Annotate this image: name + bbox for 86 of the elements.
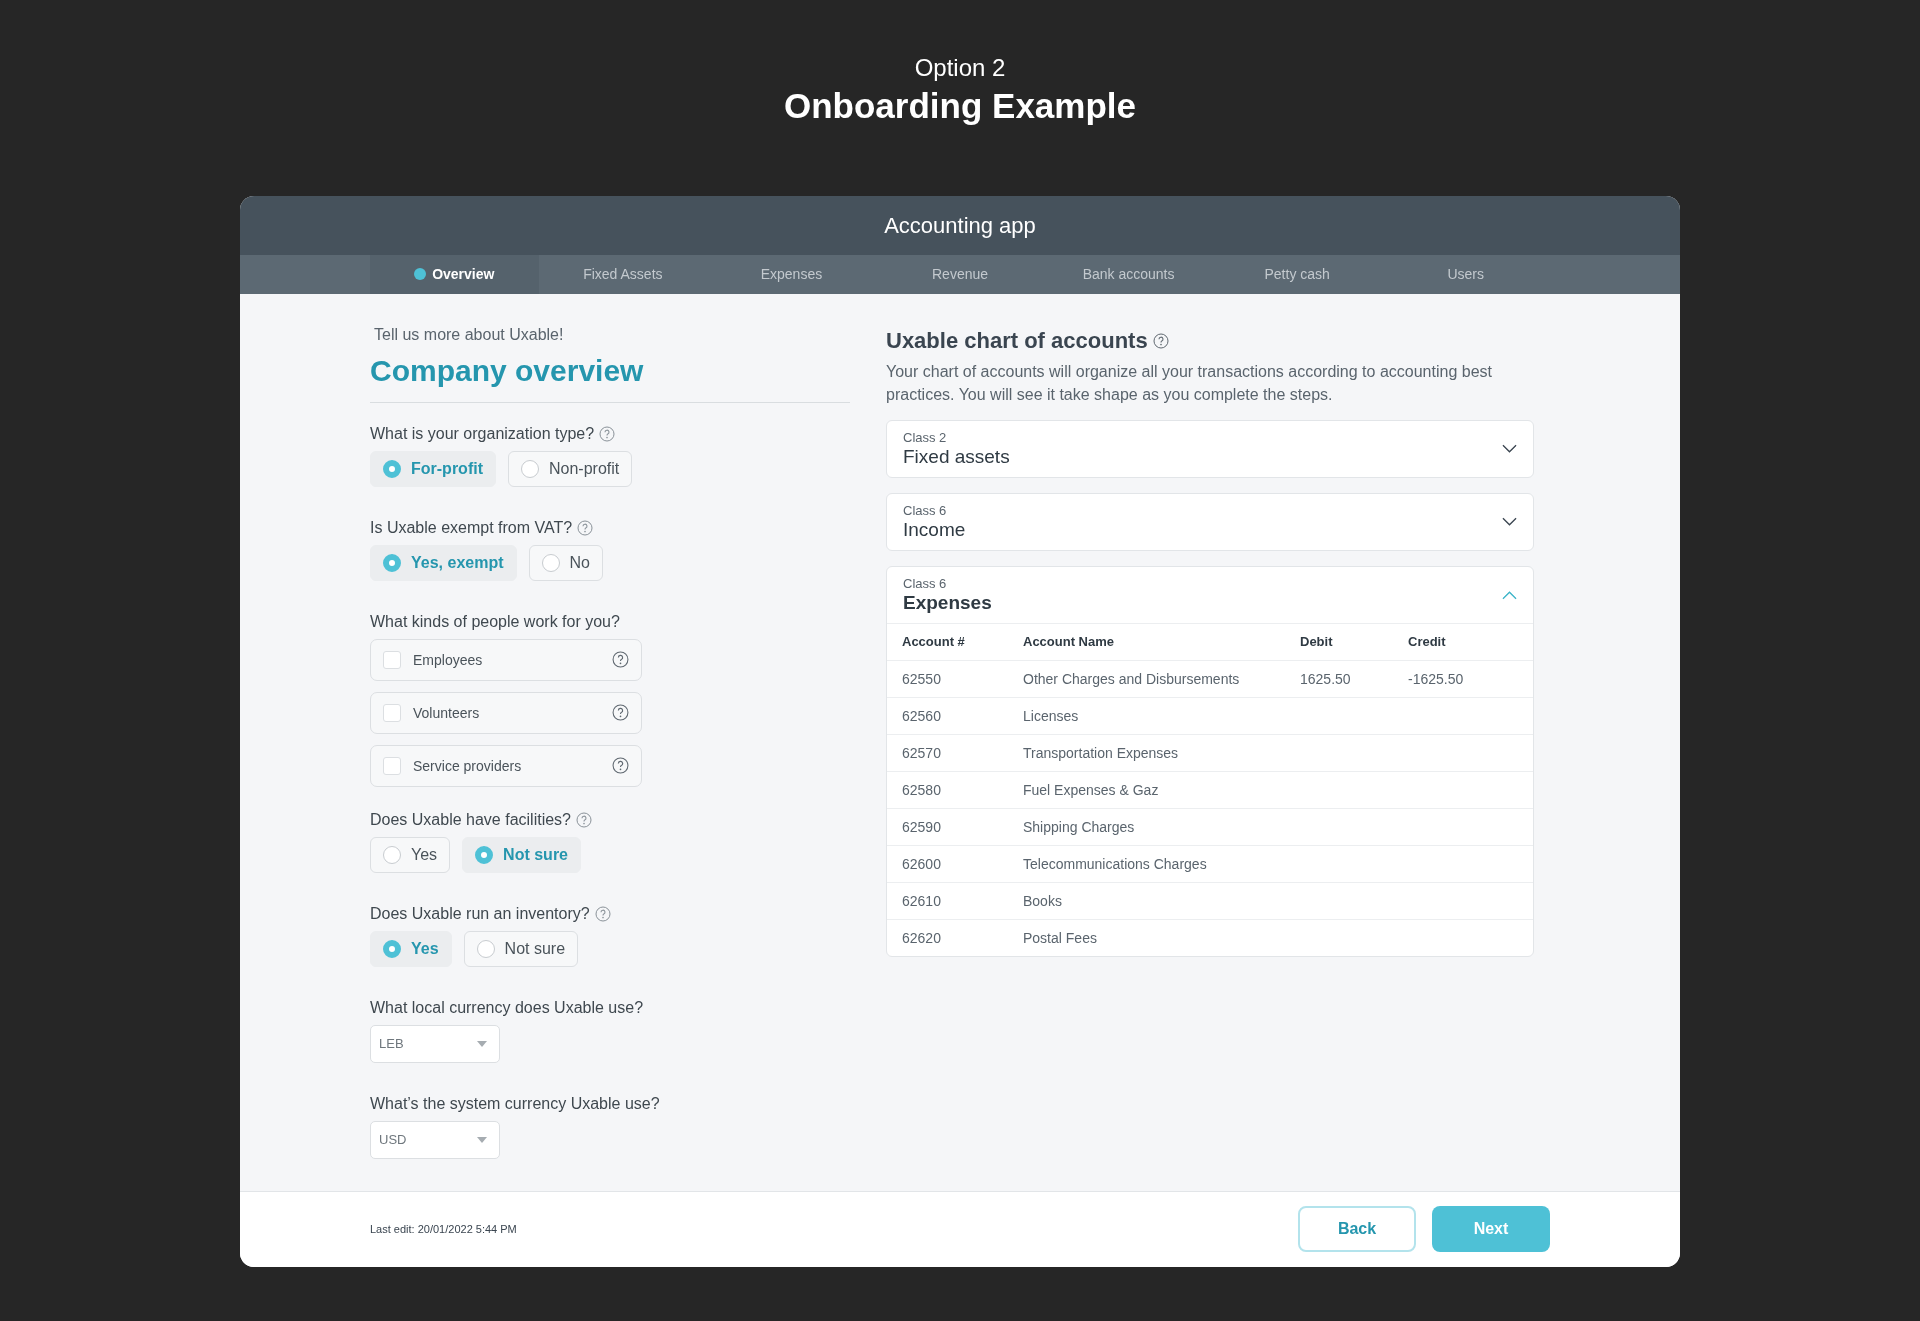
help-icon[interactable] <box>576 811 592 828</box>
tab[interactable]: Overview <box>370 255 539 294</box>
table-cell: -1625.50 <box>1408 670 1464 687</box>
checkbox[interactable] <box>383 703 401 722</box>
table-cell: 62620 <box>902 929 941 946</box>
table-cell: 62610 <box>902 892 941 909</box>
table-cell: Telecommunications Charges <box>1023 855 1207 872</box>
tab[interactable]: Revenue <box>875 255 1045 294</box>
tab[interactable]: Petty cash <box>1212 255 1382 294</box>
checkbox[interactable] <box>383 650 401 669</box>
radio-option[interactable]: Yes, exempt <box>370 544 517 581</box>
question-label: What’s the system currency Uxable use? <box>370 1094 660 1113</box>
chevron-down-icon <box>1502 516 1517 527</box>
class-label: Class 6 <box>903 575 948 591</box>
table-cell: 62600 <box>902 855 941 872</box>
tab[interactable]: Fixed Assets <box>538 255 708 294</box>
help-icon[interactable] <box>577 519 594 536</box>
tab[interactable]: Users <box>1381 255 1551 294</box>
table-cell: Licenses <box>1023 707 1079 724</box>
class-name: Income <box>903 518 966 541</box>
question-label: What is your organization type? <box>370 424 595 443</box>
page-title: Onboarding Example <box>784 86 1136 126</box>
question-label: What local currency does Uxable use? <box>370 998 644 1017</box>
form-title: Company overview <box>370 353 644 388</box>
help-icon[interactable] <box>1152 332 1169 349</box>
table-cell: 1625.50 <box>1300 670 1351 687</box>
radio-option[interactable]: Not sure <box>462 836 581 873</box>
radio-option[interactable]: Not sure <box>463 930 579 967</box>
table-cell: 62560 <box>902 707 941 724</box>
column-header: Credit <box>1408 634 1446 649</box>
chart-description: Your chart of accounts will organize all your transactions according to accounting best practices. You will see it take shape as you complete the steps. <box>886 361 1493 405</box>
caret-icon <box>477 1136 487 1143</box>
column-header: Account # <box>902 634 965 649</box>
checkbox-option[interactable]: Service providers <box>370 744 642 787</box>
question-label: Is Uxable exempt from VAT? <box>370 518 573 537</box>
back-button[interactable]: Back <box>1298 1206 1416 1253</box>
chart-title: Uxable chart of accounts <box>886 327 1148 354</box>
table-cell: Postal Fees <box>1023 929 1097 946</box>
window-title: Accounting app <box>884 212 1036 239</box>
tab[interactable]: Bank accounts <box>1044 255 1213 294</box>
radio-option[interactable]: Yes <box>370 930 452 967</box>
currency-select[interactable]: USD <box>370 1120 500 1159</box>
question-label: Does Uxable have facilities? <box>370 810 571 829</box>
help-icon[interactable] <box>612 757 629 774</box>
class-name: Fixed assets <box>903 445 1010 468</box>
checkbox-option[interactable]: Volunteers <box>370 691 642 734</box>
radio-option[interactable]: For-profit <box>370 450 496 487</box>
table-cell: Books <box>1023 892 1062 909</box>
caret-icon <box>477 1040 487 1047</box>
table-cell: 62570 <box>902 744 941 761</box>
class-label: Class 6 <box>903 502 948 518</box>
table-cell: 62550 <box>902 670 941 687</box>
radio-option[interactable]: Yes <box>370 836 451 873</box>
help-icon[interactable] <box>612 651 629 668</box>
column-header: Account Name <box>1023 634 1115 649</box>
help-icon[interactable] <box>594 905 611 922</box>
table-cell: 62580 <box>902 781 941 798</box>
checkbox-label: Volunteers <box>413 704 481 721</box>
table-cell: Shipping Charges <box>1023 818 1135 835</box>
checkbox-label: Employees <box>413 651 484 668</box>
currency-select[interactable]: LEB <box>370 1024 500 1063</box>
form-eyebrow: Tell us more about Uxable! <box>373 325 564 344</box>
question-label: What kinds of people work for you? <box>370 612 620 631</box>
checkbox-label: Service providers <box>413 757 523 774</box>
last-edit-text: Last edit: 20/01/2022 5:44 PM <box>370 1223 517 1236</box>
page-subtitle: Option 2 <box>914 54 1006 82</box>
table-cell: Fuel Expenses & Gaz <box>1023 781 1159 798</box>
chevron-down-icon <box>1502 443 1517 454</box>
question-label: Does Uxable run an inventory? <box>370 904 590 923</box>
accordion-header[interactable]: Class 6 Income <box>887 493 1533 550</box>
accordion-header[interactable]: Class 2 Fixed assets <box>887 420 1533 477</box>
radio-option[interactable]: No <box>528 544 603 581</box>
help-icon[interactable] <box>612 704 629 721</box>
class-label: Class 2 <box>903 429 948 445</box>
checkbox[interactable] <box>383 756 401 775</box>
table-cell: Transportation Expenses <box>1023 744 1179 761</box>
checkbox-option[interactable]: Employees <box>370 638 642 681</box>
radio-option[interactable]: Non-profit <box>508 450 633 487</box>
chevron-up-icon <box>1502 589 1517 600</box>
column-header: Debit <box>1300 634 1333 649</box>
class-name: Expenses <box>903 591 992 614</box>
tab[interactable]: Expenses <box>707 255 876 294</box>
table-cell: 62590 <box>902 818 941 835</box>
accordion-header[interactable]: Class 6 Expenses <box>887 566 1533 623</box>
help-icon[interactable] <box>599 425 616 442</box>
table-cell: Other Charges and Disbursements <box>1023 670 1240 687</box>
